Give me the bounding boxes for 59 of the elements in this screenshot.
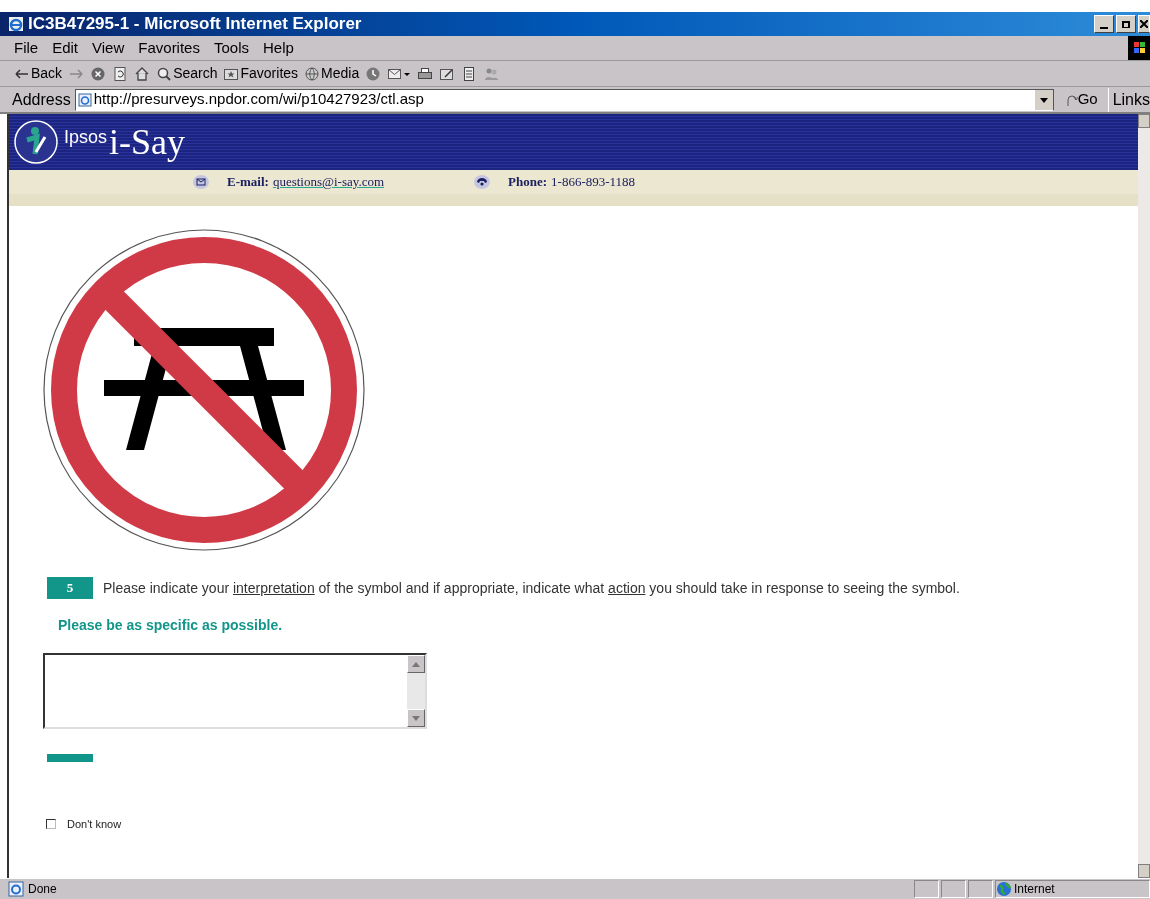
page-icon xyxy=(77,92,92,107)
phone-icon xyxy=(474,175,491,189)
status-text: Done xyxy=(28,881,58,898)
page-icon xyxy=(8,881,24,897)
back-button[interactable]: Back xyxy=(14,63,63,84)
status-pane xyxy=(968,880,993,898)
restore-button[interactable] xyxy=(1116,15,1136,33)
answer-box[interactable] xyxy=(43,653,427,729)
favorites-button[interactable]: Favorites xyxy=(223,63,299,84)
menu-item[interactable]: Tools xyxy=(213,36,249,60)
go-arrow-icon xyxy=(1065,92,1078,107)
close-button[interactable] xyxy=(1138,15,1150,33)
email-label: E-mail: xyxy=(227,173,269,192)
window-title: IC3B47295-1 - Microsoft Internet Explorer xyxy=(28,13,363,36)
refresh-button[interactable] xyxy=(112,65,129,82)
checkbox-label: Don't know xyxy=(67,817,122,832)
question-text: Please indicate your interpretation of the symbol and if appropriate, indicate what action you should take in response to seeing the symbol. xyxy=(103,578,960,598)
refresh-icon xyxy=(112,65,129,82)
status-pane xyxy=(941,880,966,898)
zone-text: Internet xyxy=(1014,881,1055,898)
question-number: 5 xyxy=(47,577,93,599)
minimize-button[interactable] xyxy=(1094,15,1114,33)
brand-name: i-Say xyxy=(109,124,186,160)
email-link[interactable]: questions@i-say.com xyxy=(272,172,385,192)
address-label: Address xyxy=(12,89,71,110)
ie-logo-icon xyxy=(8,16,24,32)
stop-button[interactable] xyxy=(90,65,107,82)
brand-text: Ipsos xyxy=(64,126,108,149)
home-icon xyxy=(134,65,151,82)
menu-item[interactable]: Edit xyxy=(52,36,79,60)
address-field[interactable]: http://presurveys.npdor.com/wi/p10427923/ctl.asp xyxy=(74,88,1054,111)
clock-icon xyxy=(365,65,382,82)
instruction-text: Please be as specific as possible. xyxy=(58,616,283,635)
checkbox[interactable] xyxy=(46,819,56,830)
status-pane xyxy=(914,880,939,898)
menu-item[interactable]: View xyxy=(92,36,125,60)
menu-item[interactable]: Favorites xyxy=(138,36,200,60)
print-button[interactable] xyxy=(417,65,434,82)
logo-icon xyxy=(14,120,58,164)
globe-icon xyxy=(304,65,321,82)
media-button[interactable]: Media xyxy=(304,63,360,84)
menu-item[interactable]: File xyxy=(14,36,39,60)
search-button[interactable]: Search xyxy=(156,63,218,84)
go-button[interactable]: Go xyxy=(1061,88,1102,111)
home-button[interactable] xyxy=(134,65,151,82)
phone-number: 1-866-893-1188 xyxy=(551,173,636,192)
envelope-icon xyxy=(193,175,209,189)
close-icon xyxy=(1140,20,1148,28)
scrollbar[interactable] xyxy=(1138,114,1150,878)
search-icon xyxy=(156,65,173,82)
menu-item[interactable]: Help xyxy=(263,36,294,60)
history-button[interactable] xyxy=(365,65,382,82)
progress-marker xyxy=(47,754,93,762)
phone-label: Phone: xyxy=(508,173,548,192)
windows-logo-icon xyxy=(1128,36,1150,60)
globe-icon xyxy=(996,881,1012,897)
stop-icon xyxy=(90,65,107,82)
printer-icon xyxy=(417,65,434,82)
links-button[interactable]: Links xyxy=(1107,87,1150,112)
